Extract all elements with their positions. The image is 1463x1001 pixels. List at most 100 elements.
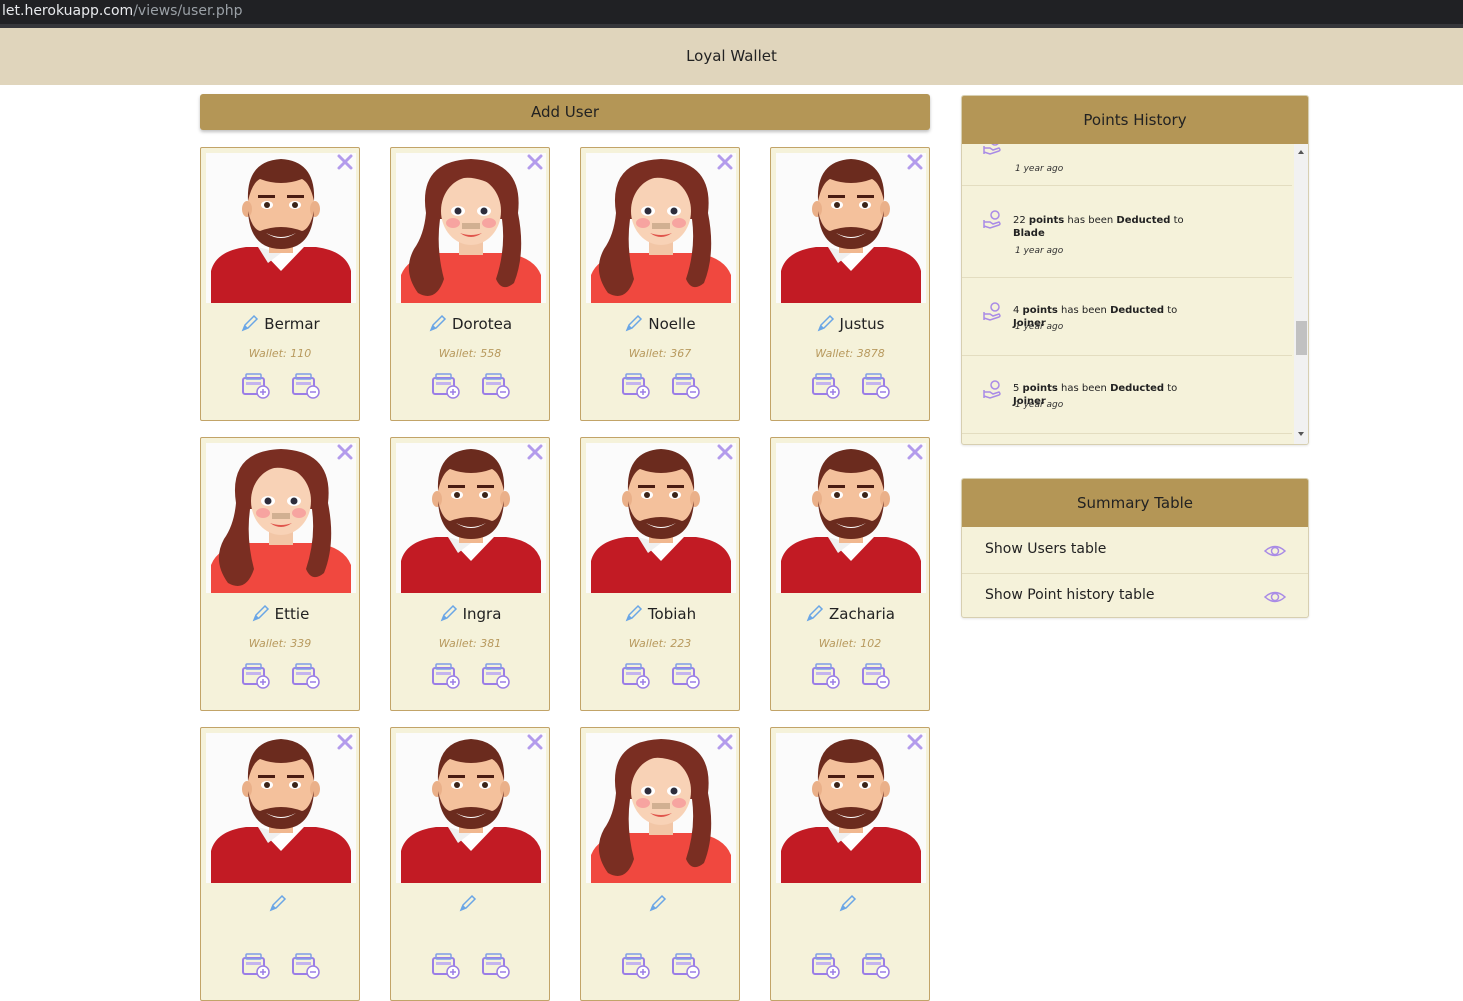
user-card: Noelle Wallet: 367 xyxy=(580,147,740,421)
remove-points-icon[interactable] xyxy=(291,662,321,690)
app-title: Loyal Wallet xyxy=(686,47,777,65)
points-history-panel: Points History 1 year ago 22 points has … xyxy=(961,95,1309,445)
wallet-balance: Wallet: 558 xyxy=(438,347,502,360)
add-points-icon[interactable] xyxy=(621,952,651,980)
add-points-icon[interactable] xyxy=(241,662,271,690)
remove-points-icon[interactable] xyxy=(861,952,891,980)
user-card: Zacharia Wallet: 102 xyxy=(770,437,930,711)
pencil-icon[interactable] xyxy=(439,603,459,623)
pencil-icon[interactable] xyxy=(648,893,668,913)
add-points-icon[interactable] xyxy=(621,372,651,400)
add-points-icon[interactable] xyxy=(241,372,271,400)
history-scrollbar[interactable] xyxy=(1294,144,1308,444)
pencil-icon[interactable] xyxy=(458,893,478,913)
add-points-icon[interactable] xyxy=(431,662,461,690)
pencil-icon[interactable] xyxy=(240,313,260,333)
remove-points-icon[interactable] xyxy=(291,372,321,400)
add-points-icon[interactable] xyxy=(811,662,841,690)
scroll-up-arrow-icon[interactable] xyxy=(1298,150,1304,154)
user-name-row: Noelle xyxy=(581,313,739,333)
eye-icon[interactable] xyxy=(1264,588,1286,606)
remove-points-icon[interactable] xyxy=(481,662,511,690)
user-card: Justus Wallet: 3878 xyxy=(770,147,930,421)
pencil-icon[interactable] xyxy=(624,603,644,623)
avatar xyxy=(206,443,356,593)
add-points-icon[interactable] xyxy=(241,952,271,980)
wallet-actions xyxy=(811,952,891,982)
wallet-actions xyxy=(431,952,511,982)
close-icon[interactable] xyxy=(525,442,545,462)
close-icon[interactable] xyxy=(905,152,925,172)
close-icon[interactable] xyxy=(335,152,355,172)
user-name: Tobiah xyxy=(647,605,697,623)
eye-icon[interactable] xyxy=(1264,542,1286,560)
show-point-history-table-label: Show Point history table xyxy=(985,587,1155,603)
wallet-actions xyxy=(811,662,891,692)
remove-points-icon[interactable] xyxy=(671,662,701,690)
avatar xyxy=(396,733,546,883)
avatar xyxy=(396,153,546,303)
pencil-icon[interactable] xyxy=(624,313,644,333)
avatar xyxy=(776,733,926,883)
add-points-icon[interactable] xyxy=(621,662,651,690)
user-name: Ingra xyxy=(462,605,502,623)
pencil-icon[interactable] xyxy=(251,603,271,623)
show-point-history-table-row[interactable]: Show Point history table xyxy=(962,574,1308,617)
user-name-row xyxy=(581,893,739,913)
user-name-row xyxy=(391,893,549,913)
wallet-actions xyxy=(431,662,511,692)
add-points-icon[interactable] xyxy=(811,952,841,980)
wallet-actions xyxy=(621,372,701,402)
add-user-button[interactable]: Add User xyxy=(200,94,930,130)
close-icon[interactable] xyxy=(335,442,355,462)
close-icon[interactable] xyxy=(525,152,545,172)
scroll-down-arrow-icon[interactable] xyxy=(1298,432,1304,436)
user-card xyxy=(200,727,360,1001)
close-icon[interactable] xyxy=(335,732,355,752)
user-name-row: Tobiah xyxy=(581,603,739,623)
history-text: 22 points has been Deducted to Blade xyxy=(1013,215,1184,239)
close-icon[interactable] xyxy=(715,442,735,462)
wallet-actions xyxy=(241,662,321,692)
remove-points-icon[interactable] xyxy=(291,952,321,980)
close-icon[interactable] xyxy=(525,732,545,752)
avatar xyxy=(586,443,736,593)
add-points-icon[interactable] xyxy=(811,372,841,400)
url-host: let.herokuapp.com xyxy=(2,3,134,19)
user-name-row: Justus xyxy=(771,313,929,333)
remove-points-icon[interactable] xyxy=(861,372,891,400)
remove-points-icon[interactable] xyxy=(671,372,701,400)
wallet-balance: Wallet: 367 xyxy=(628,347,692,360)
history-item: 22 points has been Deducted to Blade 1 y… xyxy=(962,186,1292,278)
close-icon[interactable] xyxy=(905,442,925,462)
add-points-icon[interactable] xyxy=(431,952,461,980)
close-icon[interactable] xyxy=(905,732,925,752)
add-points-icon[interactable] xyxy=(431,372,461,400)
close-icon[interactable] xyxy=(715,732,735,752)
show-users-table-label: Show Users table xyxy=(985,541,1107,557)
remove-points-icon[interactable] xyxy=(671,952,701,980)
remove-points-icon[interactable] xyxy=(861,662,891,690)
remove-points-icon[interactable] xyxy=(481,952,511,980)
scroll-thumb[interactable] xyxy=(1296,321,1307,355)
wallet-actions xyxy=(621,952,701,982)
points-history-list[interactable]: 1 year ago 22 points has been Deducted t… xyxy=(962,144,1294,444)
remove-points-icon[interactable] xyxy=(481,372,511,400)
history-item: 5 points has been Deducted to Joiner 1 y… xyxy=(962,356,1292,434)
user-name: Ettie xyxy=(274,605,310,623)
pencil-icon[interactable] xyxy=(428,313,448,333)
show-users-table-row[interactable]: Show Users table xyxy=(962,528,1308,574)
user-name-row: Dorotea xyxy=(391,313,549,333)
pencil-icon[interactable] xyxy=(816,313,836,333)
give-points-icon xyxy=(982,144,1004,156)
wallet-actions xyxy=(811,372,891,402)
close-icon[interactable] xyxy=(715,152,735,172)
history-item: 4 points has been Deducted to Joiner 1 y… xyxy=(962,278,1292,356)
pencil-icon[interactable] xyxy=(805,603,825,623)
avatar xyxy=(776,443,926,593)
pencil-icon[interactable] xyxy=(268,893,288,913)
browser-url-bar[interactable]: let.herokuapp.com/views/user.php xyxy=(0,0,1463,24)
user-card: Dorotea Wallet: 558 xyxy=(390,147,550,421)
user-name-row: Bermar xyxy=(201,313,359,333)
pencil-icon[interactable] xyxy=(838,893,858,913)
